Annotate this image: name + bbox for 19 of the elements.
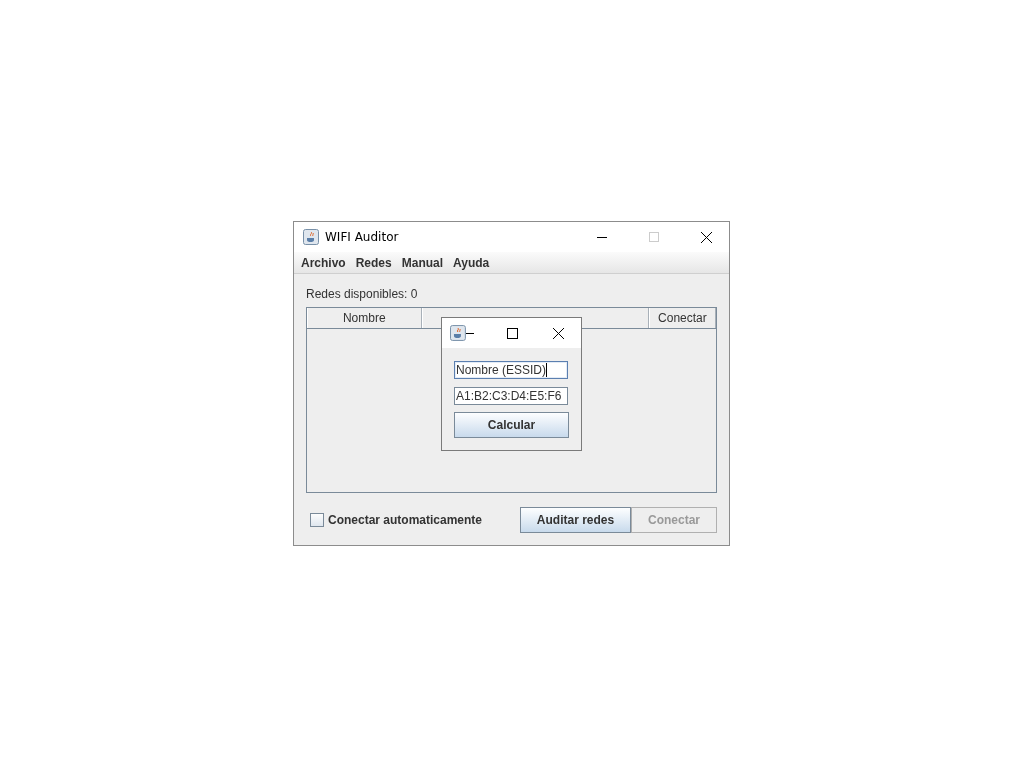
- close-icon[interactable]: [552, 327, 564, 339]
- input-field[interactable]: Nombre (ESSID): [454, 361, 568, 379]
- checkbox-label: Conectar automaticamente: [328, 513, 483, 527]
- audit-button[interactable]: Auditar redes: [520, 507, 631, 533]
- app-icon: [450, 325, 466, 341]
- app-icon: [303, 229, 319, 245]
- calculate-button[interactable]: Calcular: [454, 412, 569, 438]
- networks-count-label: Redes disponibles: 0: [306, 287, 419, 301]
- maximize-icon[interactable]: [507, 327, 518, 339]
- menu-item[interactable]: Archivo: [296, 255, 351, 270]
- menu-item[interactable]: Ayuda: [448, 255, 495, 270]
- column-header[interactable]: Nombre: [307, 308, 422, 328]
- checkbox[interactable]: [310, 513, 324, 527]
- window-title: WIFI Auditor: [325, 230, 400, 244]
- column-header[interactable]: Conectar: [648, 308, 716, 328]
- close-icon[interactable]: [700, 231, 712, 243]
- menu-item[interactable]: Manual: [396, 255, 449, 270]
- menu-item[interactable]: Redes: [350, 255, 397, 270]
- input-field[interactable]: A1:B2:C3:D4:E5:F6: [454, 387, 568, 405]
